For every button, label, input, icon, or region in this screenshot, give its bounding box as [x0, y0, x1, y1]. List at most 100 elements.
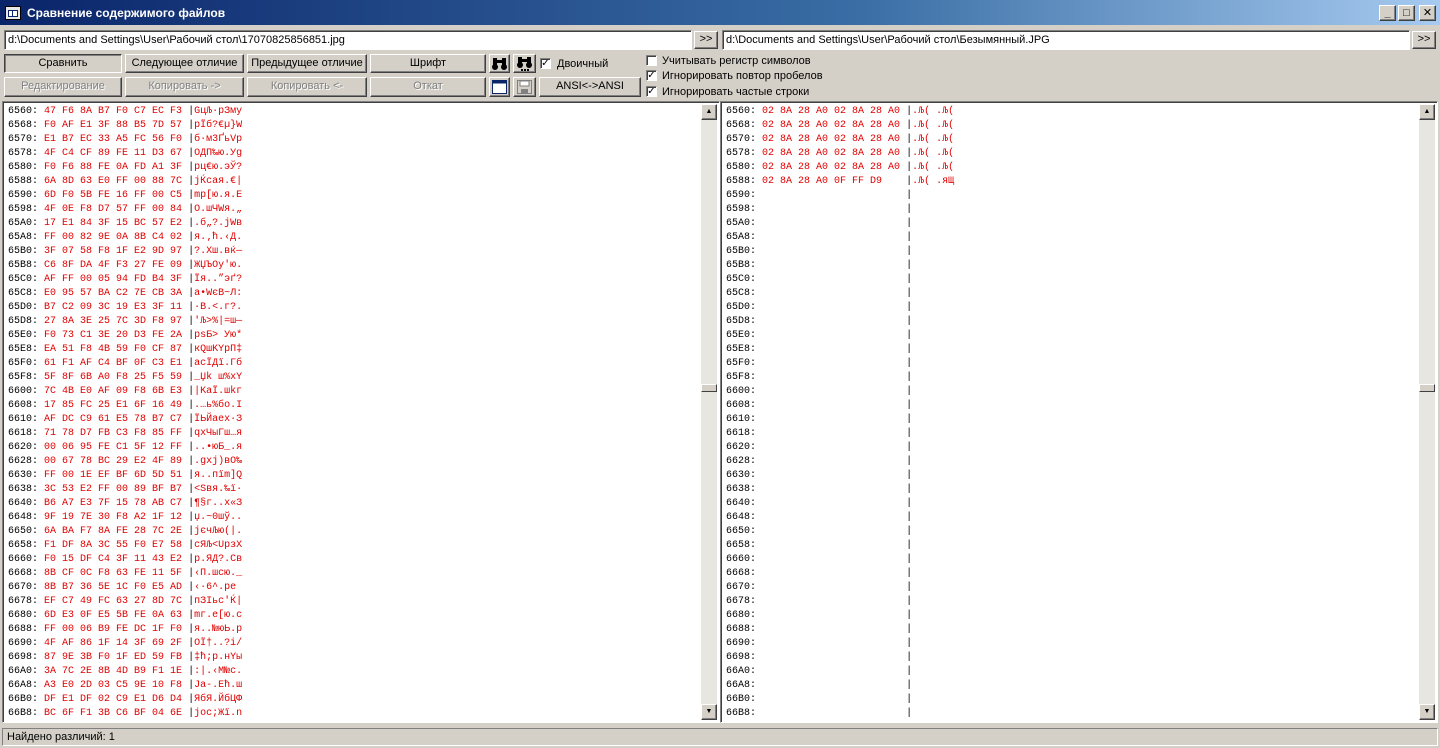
- hex-ascii: mг.е[ю.c: [194, 610, 243, 621]
- left-hex-panel[interactable]: 6560: 47 F6 8A B7 F0 C7 EC F3 |GцЉ·рЗму 6…: [2, 101, 720, 723]
- hex-address: 6570:: [8, 134, 39, 145]
- title-bar[interactable]: Сравнение содержимого файлов _ □ ✕: [0, 0, 1440, 26]
- hex-ascii: ..•юБ_.я: [194, 442, 243, 453]
- hex-address: 66B0:: [726, 694, 757, 705]
- scroll-up-icon[interactable]: ▲: [1419, 104, 1435, 120]
- hex-ascii: O.шЧWя.„: [194, 204, 243, 215]
- right-file-path-input[interactable]: d:\Documents and Settings\User\Рабочий с…: [722, 30, 1410, 50]
- binoculars-icon[interactable]: [489, 54, 510, 73]
- rollback-button[interactable]: Откат: [370, 77, 486, 97]
- edit-button[interactable]: Редактирование: [4, 77, 122, 97]
- hex-ascii: ?.Xш.вќ—: [194, 246, 243, 257]
- right-scrollbar[interactable]: ▲ ▼: [1419, 104, 1435, 720]
- close-button[interactable]: ✕: [1419, 5, 1436, 21]
- hex-bytes: [762, 596, 900, 607]
- hex-line: 6578: 02 8A 28 A0 02 8A 28 A0 |.Љ( .Љ(: [726, 148, 961, 159]
- hex-bytes: [762, 624, 900, 635]
- hex-line: 6650: |: [726, 526, 913, 537]
- hex-address: 6620:: [726, 442, 757, 453]
- hex-address: 6608:: [8, 400, 39, 411]
- binary-checkbox[interactable]: ✓: [540, 58, 551, 69]
- hex-bytes: [762, 288, 900, 299]
- scroll-thumb[interactable]: [701, 384, 717, 392]
- hex-line: 66B0: |: [726, 694, 913, 705]
- hex-ascii: aсЇДї.Гб: [194, 358, 243, 369]
- binary-label: Двоичный: [557, 58, 609, 70]
- hex-bytes: [762, 218, 900, 229]
- hex-line: 6570: E1 B7 EC 33 A5 FC 56 F0 |б·м3ҐьVр: [8, 134, 243, 145]
- hex-line: 6630: FF 00 1E EF BF 6D 5D 51 |я..пїm]Q: [8, 470, 243, 481]
- hex-ascii: :|.‹M№с.: [194, 666, 243, 677]
- hex-address: 6588:: [8, 176, 39, 187]
- hex-address: 6610:: [8, 414, 39, 425]
- hex-line: 6660: F0 15 DF C4 3F 11 43 E2 |р.ЯД?.Св: [8, 554, 243, 565]
- hex-address: 65C8:: [8, 288, 39, 299]
- hex-line: 6568: 02 8A 28 A0 02 8A 28 A0 |.Љ( .Љ(: [726, 120, 961, 131]
- left-browse-button[interactable]: >>: [694, 31, 718, 49]
- hex-address: 6580:: [726, 162, 757, 173]
- hex-bytes: FF 00 82 9E 0A 8B C4 02: [44, 232, 183, 243]
- hex-line: 6620: 00 06 95 FE C1 5F 12 FF |..•юБ_.я: [8, 442, 243, 453]
- right-hex-panel[interactable]: 6560: 02 8A 28 A0 02 8A 28 A0 |.Љ( .Љ( 6…: [720, 101, 1438, 723]
- scroll-down-icon[interactable]: ▼: [1419, 704, 1435, 720]
- hex-address: 65B8:: [726, 260, 757, 271]
- hex-bytes: [762, 554, 900, 565]
- status-text: Найдено различий: 1: [2, 728, 1438, 746]
- ignore-spaces-checkbox[interactable]: ✓: [646, 70, 657, 81]
- hex-address: 66A0:: [726, 666, 757, 677]
- copy-right-button[interactable]: Копировать ->: [125, 77, 244, 97]
- hex-bytes: [762, 470, 900, 481]
- hex-bytes: A3 E0 2D 03 C5 9E 10 F8: [44, 680, 183, 691]
- maximize-button[interactable]: □: [1398, 5, 1415, 21]
- scroll-up-icon[interactable]: ▲: [701, 104, 717, 120]
- hex-bytes: [762, 274, 900, 285]
- hex-ascii: .Љ( .Љ(: [912, 120, 961, 131]
- minimize-button[interactable]: _: [1379, 5, 1396, 21]
- case-sensitive-checkbox[interactable]: [646, 55, 657, 66]
- hex-address: 6650:: [8, 526, 39, 537]
- binoculars-next-icon[interactable]: [513, 54, 536, 73]
- hex-line: 6690: |: [726, 638, 913, 649]
- scroll-thumb[interactable]: [1419, 384, 1435, 392]
- hex-line: 6680: |: [726, 610, 913, 621]
- hex-bytes: 71 78 D7 FB C3 F8 85 FF: [44, 428, 183, 439]
- hex-line: 6608: 17 85 FC 25 E1 6F 16 49 |.…ь%бo.I: [8, 400, 243, 411]
- hex-line: 65B8: |: [726, 260, 913, 271]
- ignore-frequent-checkbox[interactable]: ✓: [646, 86, 657, 97]
- hex-bytes: F0 AF E1 3F 88 B5 7D 57: [44, 120, 183, 131]
- hex-address: 6688:: [726, 624, 757, 635]
- hex-line: 6658: F1 DF 8A 3C 55 F0 E7 58 |сЯЉ<UрзX: [8, 540, 243, 551]
- hex-bytes: [762, 358, 900, 369]
- status-bar: Найдено различий: 1: [0, 726, 1440, 748]
- left-scrollbar[interactable]: ▲ ▼: [701, 104, 717, 720]
- hex-bytes: 02 8A 28 A0 02 8A 28 A0: [762, 134, 901, 145]
- hex-line: 6668: |: [726, 568, 913, 579]
- font-button[interactable]: Шрифт: [370, 54, 486, 73]
- hex-address: 6628:: [726, 456, 757, 467]
- hex-address: 66B0:: [8, 694, 39, 705]
- scroll-down-icon[interactable]: ▼: [701, 704, 717, 720]
- left-file-path-input[interactable]: d:\Documents and Settings\User\Рабочий с…: [4, 30, 692, 50]
- right-hex-lines: 6560: 02 8A 28 A0 02 8A 28 A0 |.Љ( .Љ( 6…: [726, 105, 960, 721]
- hex-address: 6560:: [726, 106, 757, 117]
- hex-address: 65A8:: [8, 232, 39, 243]
- hex-ascii: OЇ†..?i/: [194, 638, 243, 649]
- hex-line: 6688: |: [726, 624, 913, 635]
- encoding-button[interactable]: ANSI<->ANSI: [539, 77, 641, 97]
- hex-bytes: 6D F0 5B FE 16 FF 00 C5: [44, 190, 183, 201]
- copy-left-button[interactable]: Копировать <-: [247, 77, 367, 97]
- prev-diff-button[interactable]: Предыдущее отличие: [247, 54, 367, 73]
- right-browse-button[interactable]: >>: [1412, 31, 1436, 49]
- hex-bytes: [762, 204, 900, 215]
- hex-bytes: E0 95 57 BA C2 7E CB 3A: [44, 288, 183, 299]
- window-icon[interactable]: [489, 77, 510, 97]
- hex-line: 65B0: 3F 07 58 F8 1F E2 9D 97 |?.Xш.вќ—: [8, 246, 243, 257]
- hex-line: 65A0: 17 E1 84 3F 15 BC 57 E2 |.б„?.јWв: [8, 218, 243, 229]
- compare-button[interactable]: Сравнить: [4, 54, 122, 73]
- hex-address: 6640:: [8, 498, 39, 509]
- hex-bytes: 02 8A 28 A0 02 8A 28 A0: [762, 106, 901, 117]
- save-icon[interactable]: [513, 77, 536, 97]
- next-diff-button[interactable]: Следующее отличие: [125, 54, 244, 73]
- hex-ascii: .Љ( .Љ(: [912, 134, 961, 145]
- hex-ascii: ЇЬЙaех·З: [194, 414, 243, 425]
